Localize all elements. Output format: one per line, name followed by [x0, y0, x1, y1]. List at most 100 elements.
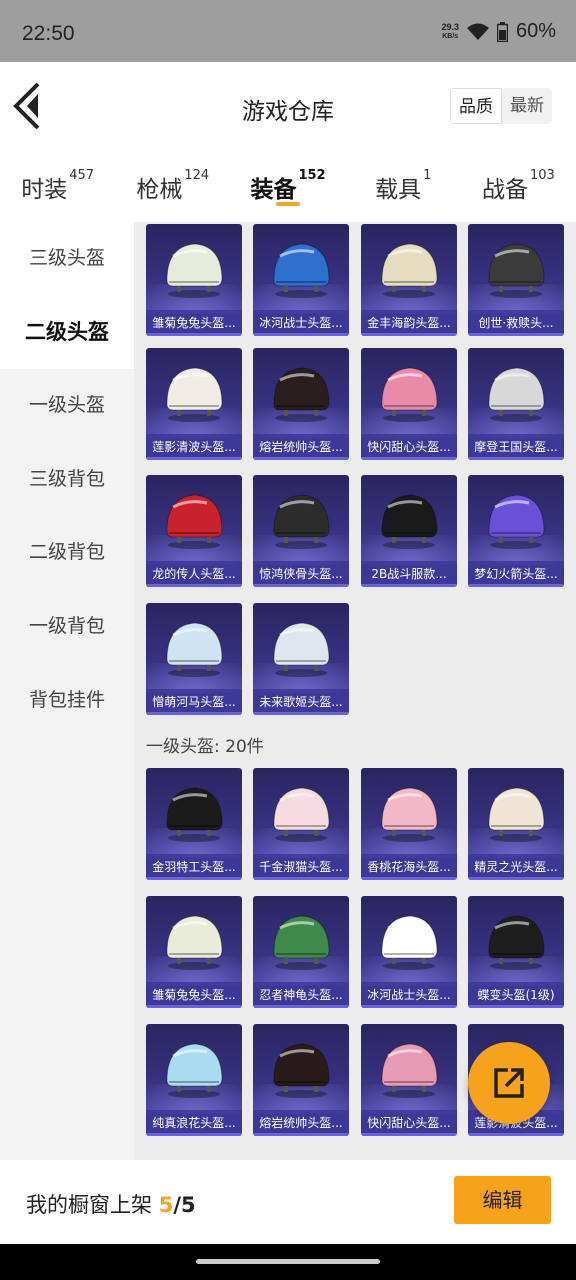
- item-card[interactable]: 莲影清波头盔...: [146, 348, 242, 460]
- sidebar-item-level2-helmet[interactable]: 二级头盔: [0, 295, 134, 370]
- status-time: 22:50: [22, 22, 75, 45]
- tab-war-prep[interactable]: 战备103: [461, 150, 576, 222]
- item-card[interactable]: 金羽特工头盔...: [146, 768, 242, 880]
- item-card[interactable]: 忍者神龟头盔...: [253, 896, 349, 1008]
- helmet-icon: [488, 787, 545, 842]
- card-rarity-bar: [146, 457, 242, 460]
- tab-count: 152: [298, 168, 326, 183]
- tab-guns[interactable]: 枪械124: [115, 150, 230, 222]
- card-rarity-bar: [468, 584, 564, 587]
- helmet-icon: [166, 787, 223, 842]
- sort-toggle[interactable]: 品质 最新: [450, 88, 552, 124]
- tab-count: 124: [184, 168, 210, 183]
- tab-label: 战备: [482, 177, 528, 203]
- item-card[interactable]: 雏菊兔兔头盔...: [146, 896, 242, 1008]
- tab-count: 457: [69, 168, 95, 183]
- item-card[interactable]: 熔岩统帅头盔...: [253, 348, 349, 460]
- tab-label: 载具: [375, 177, 422, 203]
- item-card[interactable]: 香桃花海头盔...: [361, 768, 457, 880]
- helmet-icon: [381, 1043, 438, 1098]
- item-card[interactable]: 龙的传人头盔...: [146, 475, 242, 587]
- sort-latest-button[interactable]: 最新: [502, 88, 552, 124]
- helmet-icon: [381, 367, 438, 422]
- item-card[interactable]: 冰河战士头盔...: [361, 896, 457, 1008]
- item-card[interactable]: 精灵之光头盔...: [468, 768, 564, 880]
- card-rarity-bar: [146, 712, 242, 715]
- item-card[interactable]: 熔岩统帅头盔...: [253, 1024, 349, 1136]
- helmet-icon: [166, 367, 223, 422]
- helmet-icon: [273, 915, 330, 970]
- item-card[interactable]: 快闪甜心头盔...: [361, 1024, 457, 1136]
- card-rarity-bar: [361, 1133, 457, 1136]
- shelf-total: /5: [173, 1193, 196, 1217]
- item-card[interactable]: 快闪甜心头盔...: [361, 348, 457, 460]
- wifi-icon: [466, 23, 489, 40]
- card-rarity-bar: [253, 877, 349, 880]
- card-rarity-bar: [361, 877, 457, 880]
- card-rarity-bar: [146, 584, 242, 587]
- home-indicator[interactable]: [196, 1259, 380, 1264]
- tab-fashion[interactable]: 时装457: [0, 150, 115, 222]
- sort-quality-button[interactable]: 品质: [450, 88, 502, 124]
- card-rarity-bar: [253, 1005, 349, 1008]
- sidebar-item-backpack-charm[interactable]: 背包挂件: [0, 664, 134, 738]
- card-rarity-bar: [361, 584, 457, 587]
- net-speed-unit: KB/s: [442, 32, 459, 40]
- helmet-icon: [488, 243, 545, 298]
- card-rarity-bar: [146, 877, 242, 880]
- item-card[interactable]: 纯真浪花头盔...: [146, 1024, 242, 1136]
- helmet-icon: [166, 494, 223, 549]
- tab-active-indicator: [276, 202, 300, 206]
- helmet-icon: [273, 367, 330, 422]
- system-nav-bar: [0, 1244, 576, 1280]
- shelf-label: 我的橱窗上架: [26, 1193, 152, 1217]
- helmet-icon: [166, 1043, 223, 1098]
- sidebar-item-level1-helmet[interactable]: 一级头盔: [0, 369, 134, 443]
- shelf-count: 5: [158, 1193, 174, 1217]
- item-card[interactable]: 金丰海韵头盔...: [361, 224, 457, 336]
- item-card[interactable]: 摩登王国头盔...: [468, 348, 564, 460]
- tab-label: 枪械: [136, 177, 183, 203]
- category-tabs: 时装457 枪械124 装备152 载具1 战备103: [0, 150, 576, 222]
- card-rarity-bar: [468, 1133, 564, 1136]
- helmet-icon: [488, 494, 545, 549]
- card-rarity-bar: [468, 333, 564, 336]
- bottom-bar: 我的橱窗上架 5/5 编辑: [0, 1160, 576, 1244]
- card-rarity-bar: [253, 712, 349, 715]
- sidebar-item-level3-helmet[interactable]: 三级头盔: [0, 222, 134, 296]
- item-card[interactable]: 惊鸿侠骨头盔...: [253, 475, 349, 587]
- helmet-icon: [381, 494, 438, 549]
- tab-label: 装备: [250, 177, 297, 203]
- item-card[interactable]: 冰河战士头盔...: [253, 224, 349, 336]
- helmet-icon: [273, 243, 330, 298]
- edit-button[interactable]: 编辑: [454, 1176, 551, 1224]
- item-card[interactable]: 雏菊兔兔头盔...: [146, 224, 242, 336]
- status-bar: 22:50 29.3 KB/s 60%: [0, 0, 576, 62]
- card-rarity-bar: [253, 584, 349, 587]
- helmet-icon: [166, 622, 223, 677]
- helmet-icon: [273, 1043, 330, 1098]
- helmet-icon: [381, 915, 438, 970]
- helmet-icon: [273, 622, 330, 677]
- share-fab-button[interactable]: [468, 1042, 550, 1124]
- item-card[interactable]: 创世·救赎头...: [468, 224, 564, 336]
- helmet-icon: [381, 787, 438, 842]
- tab-equipment[interactable]: 装备152: [230, 150, 345, 222]
- header: 游戏仓库 品质 最新: [0, 62, 576, 150]
- card-rarity-bar: [253, 333, 349, 336]
- sidebar-item-level3-backpack[interactable]: 三级背包: [0, 443, 134, 517]
- helmet-icon: [273, 787, 330, 842]
- item-card[interactable]: 2B战斗服款...: [361, 475, 457, 587]
- item-card[interactable]: 未来歌姬头盔...: [253, 603, 349, 715]
- card-rarity-bar: [146, 1005, 242, 1008]
- item-card[interactable]: 梦幻火箭头盔...: [468, 475, 564, 587]
- helmet-icon: [488, 367, 545, 422]
- sidebar-item-level2-backpack[interactable]: 二级背包: [0, 516, 134, 590]
- card-rarity-bar: [253, 1133, 349, 1136]
- item-card[interactable]: 蝶变头盔(1级): [468, 896, 564, 1008]
- item-card[interactable]: 千金淑猫头盔...: [253, 768, 349, 880]
- tab-vehicles[interactable]: 载具1: [346, 150, 461, 222]
- helmet-icon: [166, 915, 223, 970]
- item-card[interactable]: 憎萌河马头盔...: [146, 603, 242, 715]
- sidebar-item-level1-backpack[interactable]: 一级背包: [0, 590, 134, 664]
